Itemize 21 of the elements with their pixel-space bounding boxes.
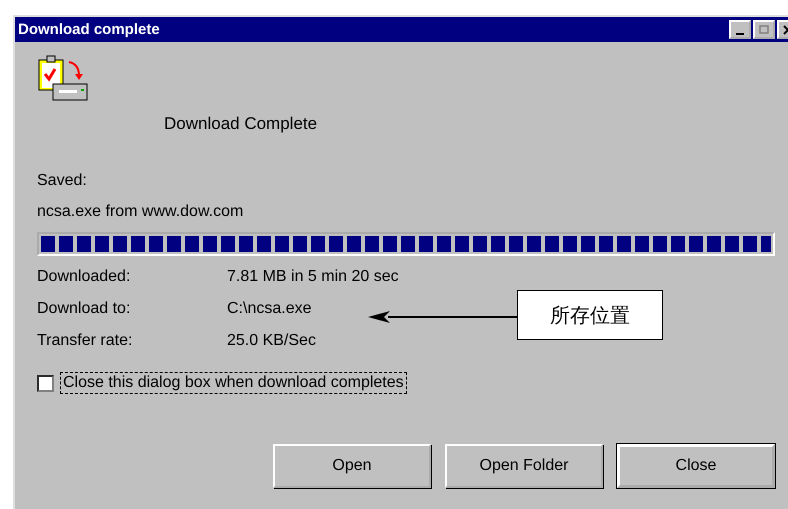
open-folder-button[interactable]: Open Folder xyxy=(445,444,603,488)
detail-value: 7.81 MB in 5 min 20 sec xyxy=(227,268,399,286)
saved-file-text: ncsa.exe from www.dow.com xyxy=(37,203,244,221)
minimize-icon xyxy=(736,32,744,34)
detail-value: C:\ncsa.exe xyxy=(227,300,312,318)
open-button[interactable]: Open xyxy=(273,444,431,488)
callout-label: 所存位置 xyxy=(517,290,663,340)
minimize-button[interactable] xyxy=(729,20,751,39)
clipboard-printer-icon xyxy=(37,54,89,102)
detail-label: Download to: xyxy=(37,300,130,318)
window-title: Download complete xyxy=(18,21,161,38)
detail-value: 25.0 KB/Sec xyxy=(227,332,316,350)
detail-label: Downloaded: xyxy=(37,268,130,286)
maximize-button[interactable] xyxy=(753,20,775,39)
checkbox-label[interactable]: Close this dialog box when download completes xyxy=(60,372,407,394)
close-button[interactable]: Close xyxy=(617,444,775,488)
status-heading: Download Complete xyxy=(164,114,318,134)
saved-label: Saved: xyxy=(37,172,88,190)
maximize-icon xyxy=(758,24,770,34)
detail-label: Transfer rate: xyxy=(37,332,132,350)
close-when-done-checkbox[interactable] xyxy=(37,374,54,392)
